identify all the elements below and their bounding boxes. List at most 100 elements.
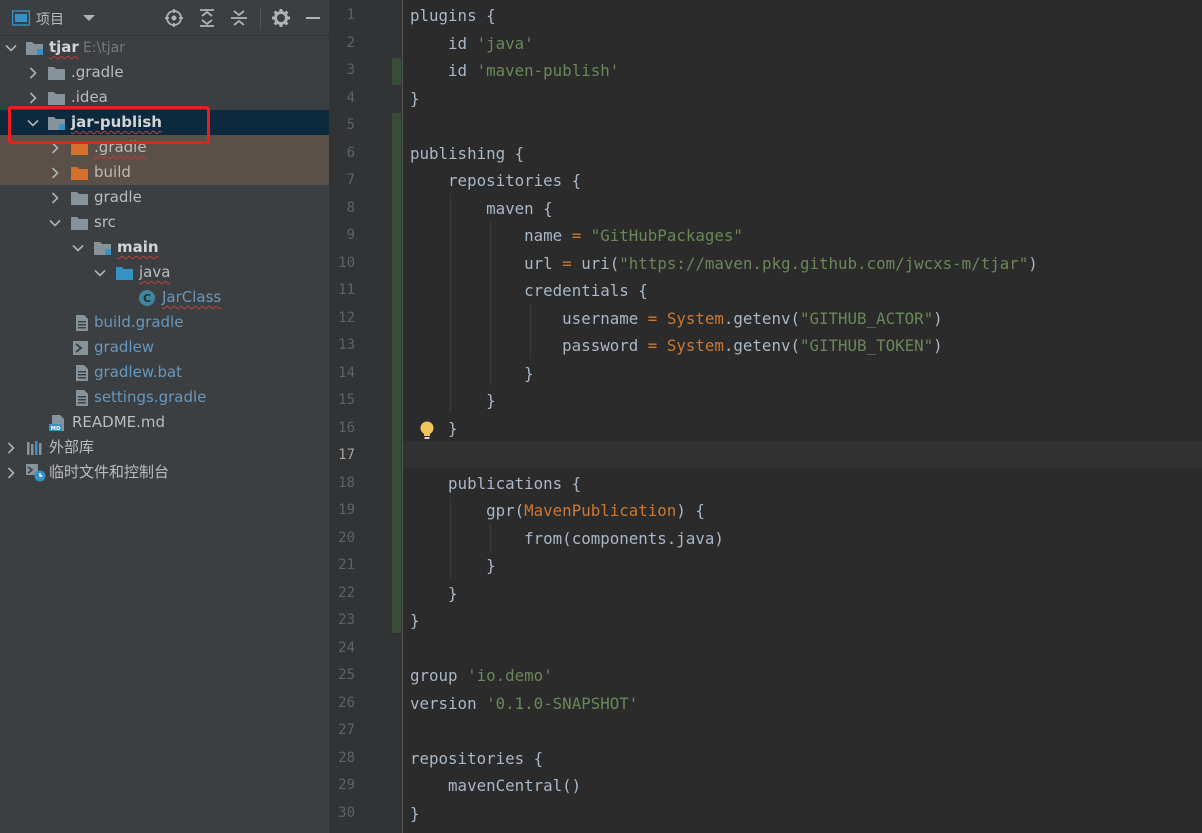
project-tool-window: 项目 tjar E:\tjar .gradle .idea jar-publis… (0, 0, 329, 833)
chevron-right-icon[interactable] (49, 167, 61, 179)
code-line[interactable]: gpr(MavenPublication) { (410, 497, 705, 525)
code-line[interactable]: group 'io.demo' (410, 662, 553, 690)
scratch-icon (26, 464, 46, 482)
line-number: 7 (346, 172, 355, 188)
code-line[interactable]: name = "GitHubPackages" (410, 222, 743, 250)
code-line[interactable]: id 'maven-publish' (410, 57, 619, 85)
tree-node-settings-gradle[interactable]: settings.gradle (0, 385, 329, 410)
code-line[interactable]: plugins { (410, 2, 496, 30)
code-editor[interactable]: 1 2 3 4 5 6 7 8 9 10 11 12 13 14 15 16 1… (329, 0, 1202, 833)
code-operator: = (562, 226, 591, 245)
chevron-right-icon[interactable] (49, 142, 61, 154)
code-line[interactable]: publishing { (410, 140, 524, 168)
code-text: mavenCentral() (448, 776, 582, 795)
code-line[interactable]: password = System.getenv("GITHUB_TOKEN") (410, 332, 943, 360)
tree-node-java[interactable]: java (0, 260, 329, 285)
code-operator: = (638, 308, 667, 328)
code-text: credentials { (524, 281, 648, 300)
chevron-right-icon[interactable] (5, 442, 17, 454)
line-number: 29 (338, 777, 355, 793)
chevron-down-icon[interactable] (27, 117, 39, 129)
line-number: 26 (338, 694, 355, 711)
tree-label: JarClass (162, 288, 222, 306)
code-line[interactable]: repositories { (410, 167, 581, 195)
code-line[interactable]: url = uri("https://maven.pkg.github.com/… (410, 250, 1038, 278)
code-line[interactable]: publications { (410, 470, 581, 498)
tree-node-readme[interactable]: MD README.md (0, 410, 329, 435)
tree-node-gradle-root[interactable]: .gradle (0, 60, 329, 85)
tree-node-build[interactable]: build (0, 160, 329, 185)
chevron-down-icon[interactable] (5, 42, 17, 54)
tree-node-gradlew[interactable]: gradlew (0, 335, 329, 360)
locate-file-icon[interactable] (164, 8, 184, 28)
code-line[interactable]: repositories { (410, 745, 543, 773)
project-view-icon (12, 10, 30, 26)
project-panel-title[interactable]: 项目 (36, 9, 64, 29)
folder-icon (71, 217, 88, 230)
code-line[interactable]: } (410, 387, 496, 415)
code-text: ) (933, 308, 943, 328)
line-number: 23 (338, 612, 355, 628)
tree-node-main[interactable]: main (0, 235, 329, 260)
view-dropdown-chevron-icon[interactable] (79, 8, 99, 28)
tree-node-gradlew-bat[interactable]: gradlew.bat (0, 360, 329, 385)
code-operator: = (552, 253, 582, 273)
code-line[interactable]: } (410, 800, 420, 828)
line-number: 11 (338, 282, 355, 298)
code-line[interactable]: } (410, 580, 458, 608)
chevron-right-icon[interactable] (27, 67, 39, 79)
code-line[interactable]: } (410, 85, 420, 113)
vcs-change-marker[interactable] (392, 58, 401, 85)
code-text: version (410, 693, 477, 713)
chevron-right-icon[interactable] (27, 92, 39, 104)
code-line[interactable]: from(components.java) (410, 525, 724, 553)
tree-node-external-libraries[interactable]: 外部库 (0, 435, 329, 460)
code-line[interactable]: } (410, 607, 420, 635)
tree-node-jar-publish[interactable]: jar-publish (0, 110, 329, 135)
gear-icon[interactable] (271, 8, 291, 28)
module-folder-icon (48, 117, 65, 130)
hide-panel-icon[interactable] (303, 8, 323, 28)
code-line[interactable]: id 'java' (410, 30, 534, 58)
line-number: 6 (346, 144, 355, 161)
code-text: ) (1028, 253, 1038, 273)
tree-label: README.md (72, 413, 166, 431)
code-line[interactable]: } (410, 360, 534, 388)
code-text: } (410, 611, 420, 630)
folder-icon (48, 67, 65, 80)
code-text: id (448, 33, 468, 53)
code-line[interactable]: mavenCentral() (410, 772, 581, 800)
code-line[interactable]: } (410, 552, 496, 580)
vcs-change-marker[interactable] (392, 113, 401, 633)
code-line[interactable]: maven { (410, 195, 553, 223)
collapse-all-icon[interactable] (229, 8, 249, 28)
code-operator: = (638, 336, 667, 355)
tree-label: settings.gradle (94, 388, 207, 406)
tree-node-gradle-dir[interactable]: gradle (0, 185, 329, 210)
tree-label: 外部库 (49, 438, 95, 456)
tree-node-build-gradle[interactable]: build.gradle (0, 310, 329, 335)
code-line[interactable]: credentials { (410, 277, 648, 305)
tree-node-gradle-module[interactable]: .gradle (0, 135, 329, 160)
tree-node-jarclass[interactable]: C JarClass (0, 285, 329, 310)
tree-label: 临时文件和控制台 (49, 463, 170, 481)
code-line[interactable]: version '0.1.0-SNAPSHOT' (410, 690, 638, 718)
code-line[interactable]: username = System.getenv("GITHUB_ACTOR") (410, 305, 943, 333)
source-folder-icon (116, 267, 133, 280)
line-number: 4 (346, 89, 355, 106)
tree-label: .gradle (71, 63, 124, 81)
code-text: id (448, 61, 468, 80)
chevron-down-icon[interactable] (49, 217, 61, 229)
code-string: 'io.demo' (467, 666, 553, 685)
chevron-down-icon[interactable] (72, 242, 84, 254)
chevron-right-icon[interactable] (49, 192, 61, 204)
code-text: ) (933, 336, 943, 355)
expand-all-icon[interactable] (197, 8, 217, 28)
tree-node-src[interactable]: src (0, 210, 329, 235)
code-line[interactable]: } (410, 415, 458, 443)
chevron-down-icon[interactable] (94, 267, 106, 279)
tree-node-scratches[interactable]: 临时文件和控制台 (0, 460, 329, 485)
chevron-right-icon[interactable] (5, 467, 17, 479)
tree-node-tjar[interactable]: tjar E:\tjar (0, 35, 329, 60)
tree-node-idea[interactable]: .idea (0, 85, 329, 110)
